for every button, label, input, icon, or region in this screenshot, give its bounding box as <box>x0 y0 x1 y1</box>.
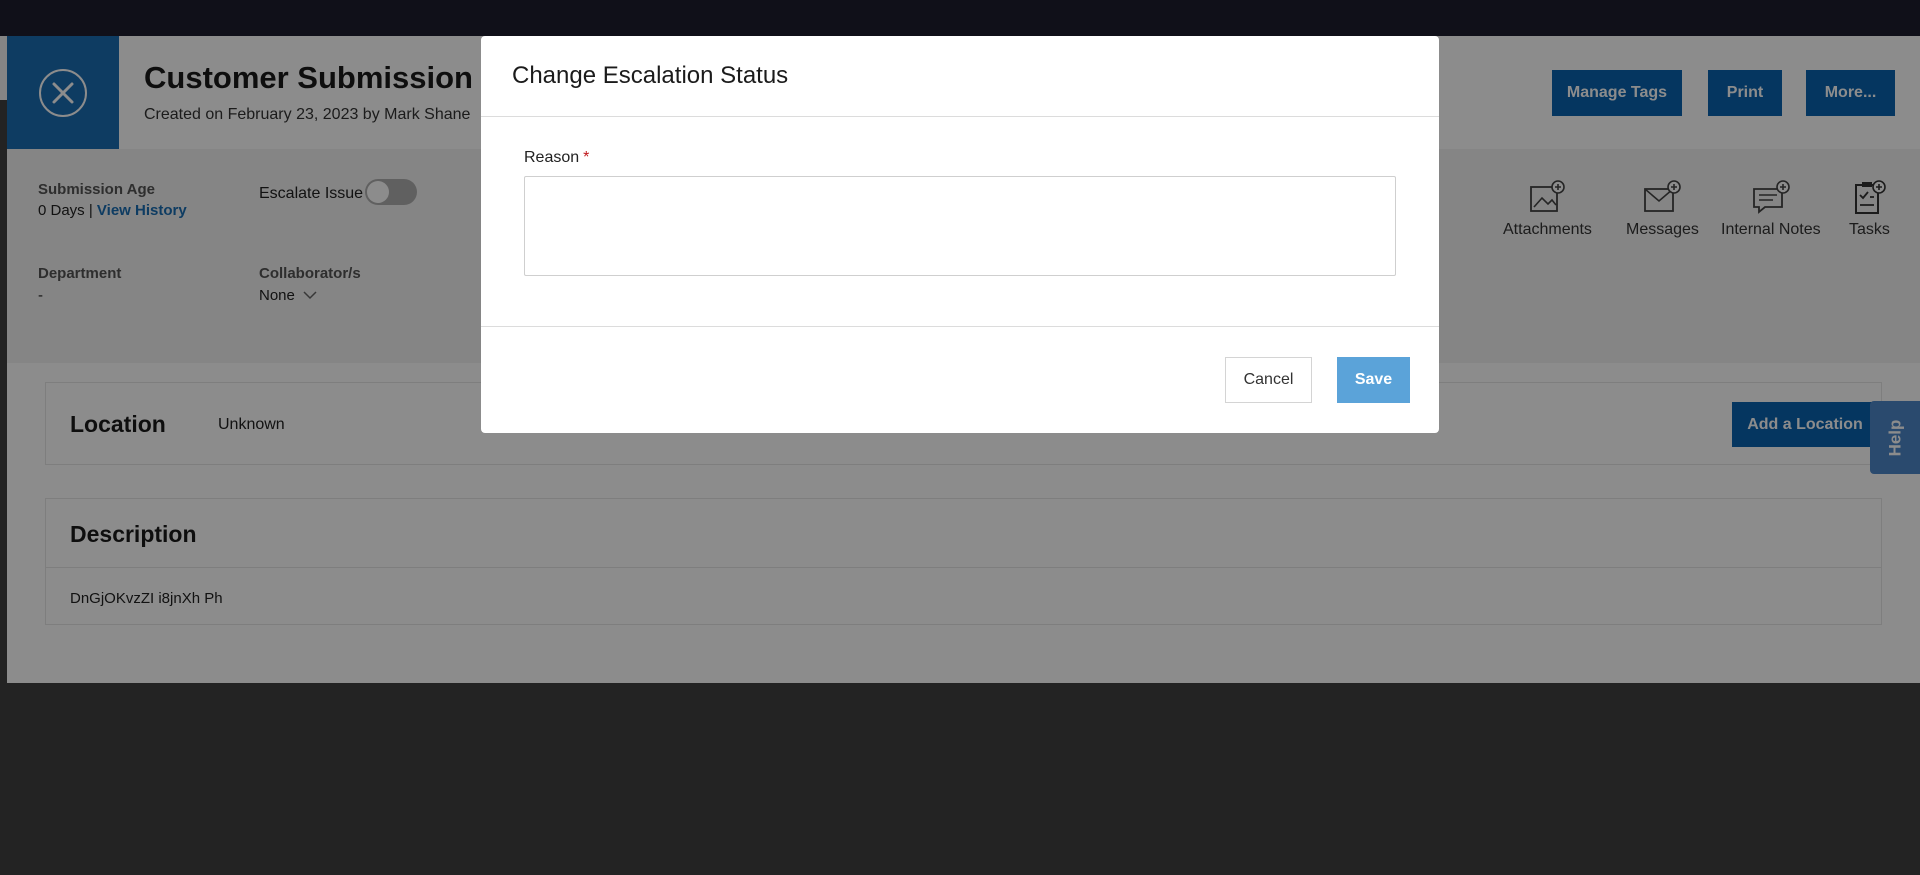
modal-header-divider <box>481 116 1439 117</box>
change-escalation-modal: Change Escalation Status Reason * Cancel … <box>481 36 1439 433</box>
required-mark: * <box>583 149 590 166</box>
modal-footer-divider <box>481 326 1439 327</box>
cancel-button[interactable]: Cancel <box>1225 357 1312 403</box>
modal-title: Change Escalation Status <box>512 62 789 89</box>
reason-label-text: Reason <box>524 149 580 166</box>
reason-label: Reason * <box>524 149 589 167</box>
reason-input[interactable] <box>524 176 1396 276</box>
save-button[interactable]: Save <box>1337 357 1410 403</box>
